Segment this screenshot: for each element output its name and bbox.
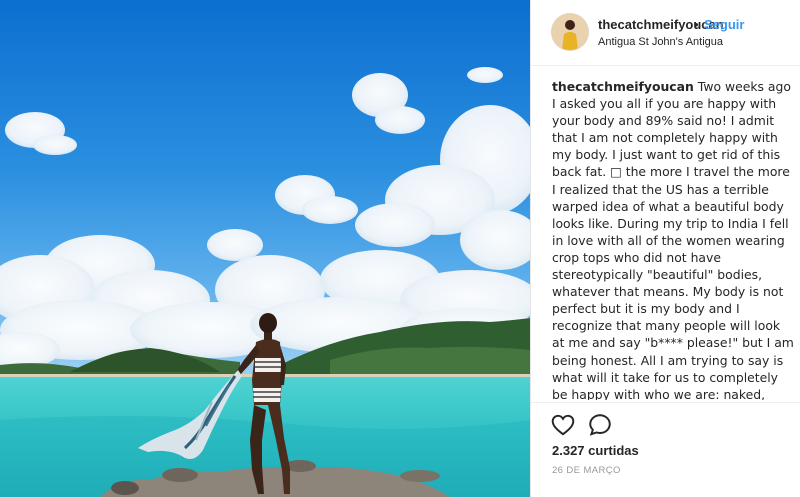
avatar[interactable] bbox=[552, 14, 588, 50]
likes-count[interactable]: 2.327 curtidas bbox=[552, 443, 639, 458]
heart-outline-icon bbox=[551, 414, 575, 436]
post-actions: 2.327 curtidas 26 de março bbox=[531, 402, 800, 497]
location-link[interactable]: Antigua St John's Antigua bbox=[598, 36, 723, 48]
caption-username-link[interactable]: thecatchmeifyoucan bbox=[552, 79, 694, 94]
post-caption: thecatchmeifyoucan Two weeks ago I asked… bbox=[552, 78, 796, 400]
instagram-post: thecatchmeifyoucan • Seguir Antigua St J… bbox=[0, 0, 800, 497]
comment-button[interactable] bbox=[587, 412, 613, 438]
post-header: thecatchmeifyoucan • Seguir Antigua St J… bbox=[531, 0, 800, 66]
post-side-panel: thecatchmeifyoucan • Seguir Antigua St J… bbox=[530, 0, 800, 497]
post-photo[interactable] bbox=[0, 0, 530, 497]
post-date: 26 de março bbox=[552, 465, 621, 476]
like-button[interactable] bbox=[550, 412, 576, 438]
profile-photo-icon bbox=[552, 14, 588, 50]
separator-dot: • bbox=[694, 17, 699, 32]
follow-button[interactable]: Seguir bbox=[704, 17, 744, 32]
speech-bubble-icon bbox=[589, 414, 611, 436]
beach-photo-image bbox=[0, 0, 530, 497]
caption-text: Two weeks ago I asked you all if you are… bbox=[552, 79, 794, 400]
